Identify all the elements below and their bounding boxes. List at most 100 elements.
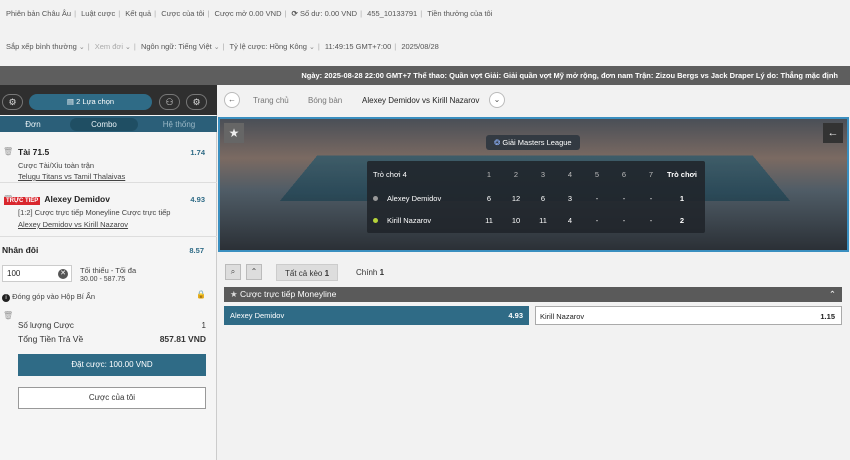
market-title: Cược trực tiếp Moneyline xyxy=(240,289,337,299)
col-header: 2 xyxy=(513,170,519,179)
selection-count-pill[interactable]: ▤ 2 Lựa chọn xyxy=(29,94,152,110)
bet-type-tabs: Đơn Combo Hệ thống xyxy=(0,116,217,132)
selection-button[interactable]: Kirill Nazarov 1.15 xyxy=(535,306,842,325)
info-banner: Ngày: 2025-08-28 22:00 GMT+7 Thể thao: Q… xyxy=(0,66,850,85)
tab-system[interactable]: Hệ thống xyxy=(144,118,214,131)
search-icon[interactable]: ⌕ xyxy=(225,264,241,280)
my-bets-button[interactable]: Cược của tôi xyxy=(18,387,206,409)
gear-icon[interactable]: ⚙ xyxy=(186,94,207,110)
chevron-down-icon: ⌄ xyxy=(78,44,85,51)
col-header: 7 xyxy=(648,170,654,179)
filter-all[interactable]: Tất cả kèo 1 xyxy=(276,264,339,281)
main-content: ← Trang chủ Bóng bàn Alexey Demidov vs K… xyxy=(217,85,850,460)
bet-odd: 4.93 xyxy=(190,195,205,204)
live-badge: TRỰC TIẾP xyxy=(4,197,41,205)
link-results[interactable]: Kết quả xyxy=(125,9,151,18)
odds-format-select[interactable]: Tỷ lệ cược: Hồng Kông ⌄ xyxy=(229,42,314,51)
col-header: 1 xyxy=(486,170,492,179)
users-icon[interactable]: ⚇ xyxy=(159,94,180,110)
market-header[interactable]: ★ Cược trực tiếp Moneyline ⌃ xyxy=(224,287,842,302)
bet-slip: ⚙ ▤ 2 Lựa chọn ⚇ ⚙ Đơn Combo Hệ thống 🗑 … xyxy=(0,85,217,460)
tab-single[interactable]: Đơn xyxy=(6,118,60,131)
chevron-up-icon[interactable]: ⌃ xyxy=(829,287,836,302)
league-badge: ❂ Giải Masters League xyxy=(486,135,580,150)
trash-icon[interactable]: 🗑 xyxy=(3,311,13,320)
link-bonus[interactable]: Tiền thưởng của tôi xyxy=(427,9,492,18)
payout-row: Tổng Tiền Trả Về 857.81 VND xyxy=(18,334,206,344)
chevron-down-icon: ⌄ xyxy=(308,44,315,51)
score-cell: 11 xyxy=(485,216,493,225)
player-dot xyxy=(373,196,378,201)
league-icon: ❂ xyxy=(494,138,501,147)
trash-icon[interactable]: 🗑 xyxy=(3,147,13,156)
language-select[interactable]: Ngôn ngữ: Tiếng Việt ⌄ xyxy=(141,42,220,51)
stake-input[interactable]: 100 ✕ xyxy=(2,265,72,282)
bet-match-link[interactable]: Telugu Titans vs Tamil Thalaivas xyxy=(18,172,125,181)
receipt-icon: ▤ xyxy=(66,97,75,106)
settings-row: Sắp xếp bình thường ⌄ | Xem đơi ⌄ | Ngôn ngữ… xyxy=(6,42,439,51)
double-title: Nhân đôi xyxy=(2,245,39,255)
payout-label: Tổng Tiền Trả Về xyxy=(18,334,84,344)
link-european-version[interactable]: Phiên bản Châu Âu xyxy=(6,9,71,18)
chevron-down-icon[interactable]: ⌄ xyxy=(489,92,505,108)
bet-count-row: Số lượng Cược 1 xyxy=(18,321,206,330)
bet-count-label: Số lượng Cược xyxy=(18,321,74,330)
balance-value: 0.00 VND xyxy=(324,9,358,18)
mystery-box-label: Đóng góp vào Hộp Bí Ẩn xyxy=(12,292,96,301)
bet-match-link[interactable]: Alexey Demidov vs Kirill Nazarov xyxy=(18,220,128,229)
account-id: 455_10133791 xyxy=(367,9,418,18)
bet-count-value: 1 xyxy=(201,321,206,330)
star-icon[interactable]: ★ xyxy=(224,123,244,143)
col-header: 5 xyxy=(594,170,600,179)
selection-button[interactable]: Alexey Demidov 4.93 xyxy=(224,306,529,325)
bet-title: Tài 71.5 xyxy=(18,147,50,157)
score-cell: - xyxy=(649,216,653,225)
bet-odd: 1.74 xyxy=(190,148,205,157)
total-cell: 1 xyxy=(679,194,685,203)
selection-count-label: 2 Lựa chọn xyxy=(76,97,115,106)
date: 2025/08/28 xyxy=(401,42,439,51)
view-select[interactable]: Xem đơi ⌄ xyxy=(95,42,131,51)
scoreboard-head: Trò chơi 4 xyxy=(373,170,407,179)
top-links: Phiên bản Châu Âu | Luật cược | Kết quả | C… xyxy=(6,9,493,18)
settings-gear-icon[interactable]: ⚙ xyxy=(2,94,23,110)
chevron-down-icon: ⌄ xyxy=(213,44,220,51)
score-cell: - xyxy=(622,216,626,225)
double-odd: 8.57 xyxy=(189,246,204,255)
link-my-bets[interactable]: Cược của tôi xyxy=(161,9,204,18)
back-arrow-icon[interactable]: ← xyxy=(224,92,240,108)
score-cell: - xyxy=(649,194,653,203)
selection-odd: 1.15 xyxy=(820,312,835,321)
lock-icon: 🔒 xyxy=(196,290,206,299)
score-cell: - xyxy=(595,194,599,203)
selection-name: Kirill Nazarov xyxy=(540,312,585,321)
minmax-label: Tối thiểu - Tối đa xyxy=(80,266,137,275)
total-header: Trò chơi xyxy=(667,170,697,179)
crumb-sport[interactable]: Bóng bàn xyxy=(308,96,342,105)
tab-combo[interactable]: Combo xyxy=(70,118,138,131)
place-bet-button[interactable]: Đặt cược: 100.00 VND xyxy=(18,354,206,376)
clock: 11:49:15 GMT+7:00 xyxy=(324,42,392,51)
link-rules[interactable]: Luật cược xyxy=(81,9,115,18)
player-dot xyxy=(373,218,378,223)
col-header: 3 xyxy=(540,170,546,179)
info-icon: i xyxy=(2,294,10,302)
clear-icon[interactable]: ✕ xyxy=(58,269,68,279)
star-icon[interactable]: ★ xyxy=(230,289,238,299)
open-bets: Cược mở 0.00 VND xyxy=(214,9,282,18)
score-cell: 10 xyxy=(511,216,521,225)
sort-select[interactable]: Sắp xếp bình thường ⌄ xyxy=(6,42,85,51)
score-cell: - xyxy=(622,194,626,203)
score-cell: 12 xyxy=(511,194,521,203)
back-arrow-icon[interactable]: ← xyxy=(823,123,843,143)
crumb-home[interactable]: Trang chủ xyxy=(253,96,289,105)
selection-odd: 4.93 xyxy=(508,311,523,320)
col-header: 4 xyxy=(567,170,573,179)
refresh-icon[interactable]: ⟳ xyxy=(292,9,298,18)
minmax-value: 30.00 - 587.75 xyxy=(80,276,126,283)
bet-item: 🗑 Tài 71.5 1.74 Cược Tài/Xỉu toàn trận T… xyxy=(0,137,217,183)
bet-market: Cược Tài/Xỉu toàn trận xyxy=(18,161,95,170)
collapse-icon[interactable]: ⌃ xyxy=(246,264,262,280)
filter-main[interactable]: Chính 1 xyxy=(356,264,384,281)
score-cell: 6 xyxy=(540,194,546,203)
